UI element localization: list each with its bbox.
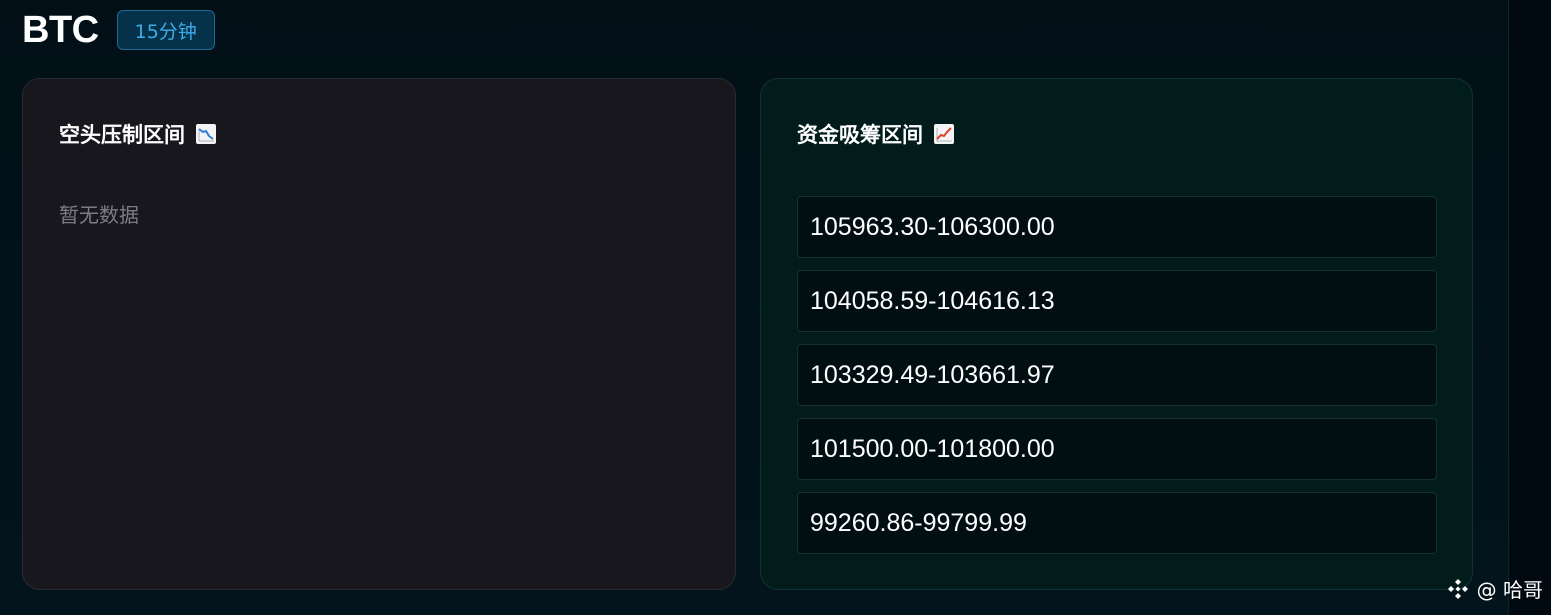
chart-decreasing-icon: [195, 123, 217, 145]
range-item: 99260.86-99799.99: [797, 492, 1437, 554]
short-pressure-title: 空头压制区间: [59, 123, 185, 147]
symbol-title: BTC: [22, 9, 99, 51]
short-pressure-card: 空头压制区间 暂无数据: [22, 78, 736, 590]
binance-logo-icon: [1445, 576, 1471, 602]
accumulation-range-list: 105963.30-106300.00 104058.59-104616.13 …: [797, 196, 1437, 566]
chart-increasing-icon: [933, 123, 955, 145]
page: BTC 15分钟 空头压制区间 暂无数据 资金吸筹区间 105963.30-10…: [0, 0, 1551, 615]
accumulation-title: 资金吸筹区间: [797, 123, 923, 147]
accumulation-card: 资金吸筹区间 105963.30-106300.00 104058.59-104…: [760, 78, 1473, 590]
watermark: @ 哈哥: [1445, 574, 1543, 603]
short-pressure-title-row: 空头压制区间: [59, 119, 217, 149]
empty-state-text: 暂无数据: [59, 203, 139, 227]
header: BTC 15分钟: [22, 8, 215, 52]
range-item: 103329.49-103661.97: [797, 344, 1437, 406]
range-item: 104058.59-104616.13: [797, 270, 1437, 332]
timeframe-badge[interactable]: 15分钟: [116, 10, 215, 50]
side-panel-edge: [1508, 0, 1551, 615]
accumulation-title-row: 资金吸筹区间: [797, 119, 955, 149]
range-item: 101500.00-101800.00: [797, 418, 1437, 480]
watermark-text: @ 哈哥: [1476, 578, 1543, 602]
range-item: 105963.30-106300.00: [797, 196, 1437, 258]
